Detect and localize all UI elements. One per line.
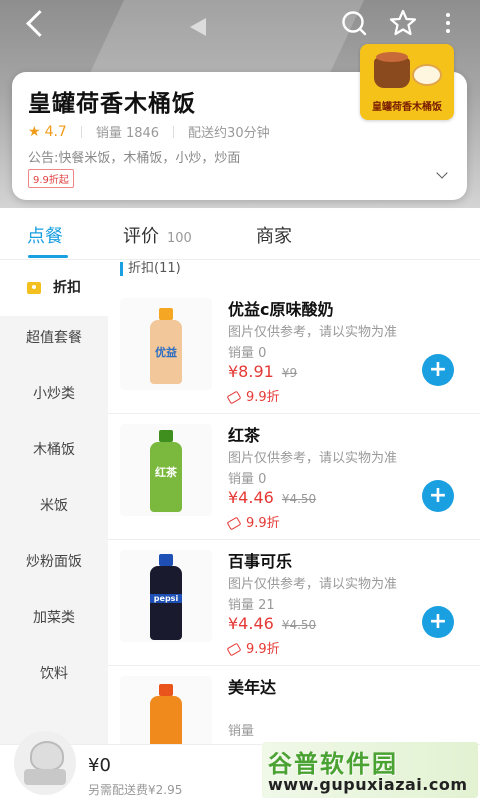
original-price: ¥4.50 [281,618,317,632]
discount-badge: 9.9折起 [28,169,74,188]
cart-total: ¥0 [88,755,111,776]
category-label: 炒粉面饭 [26,554,82,570]
discount-text: 9.9折 [246,642,280,657]
section-title: 折扣(11) [120,262,181,276]
category-label: 加菜类 [33,610,75,626]
add-to-cart-button[interactable]: + [422,606,454,638]
delivery-time: 配送约30分钟 [188,126,270,141]
product-image-label: pepsi [150,594,182,603]
product-price: ¥8.91 ¥9 [228,362,297,381]
product-item[interactable]: 红茶 红茶 图片仅供参考，请以实物为准 销量 0 ¥4.46 ¥4.50 9.9折… [108,414,480,540]
product-discount: 9.9折 [226,386,280,405]
category-item-drinks[interactable]: 饮料 [0,646,108,702]
rice-bowl-icon [412,64,442,86]
product-description: 图片仅供参考，请以实物为准 [228,325,398,340]
category-item-stir-fry[interactable]: 小炒类 [0,366,108,422]
product-description: 图片仅供参考，请以实物为准 [228,577,398,592]
product-name: 红茶 [228,426,261,445]
search-icon[interactable] [340,9,370,39]
favorite-star-icon[interactable] [388,8,418,38]
product-image: 红茶 [120,424,212,516]
discount-tag-icon [27,282,41,294]
rating-star-icon: ★ [28,123,41,140]
original-price: ¥9 [281,366,298,380]
active-tab-indicator [28,255,68,258]
store-rating: 4.7 [44,123,67,140]
current-price: ¥8.91 [228,362,274,381]
discount-text: 9.9折 [246,516,280,531]
category-item-bucket-rice[interactable]: 木桶饭 [0,422,108,478]
category-item-value-combo[interactable]: 超值套餐 [0,310,108,366]
tab-order-label: 点餐 [27,226,63,247]
store-notice: 公告:快餐米饭，木桶饭，小炒，炒面 [28,151,241,166]
discount-tag-icon [226,642,242,657]
watermark-title: 谷普软件园 [268,750,398,778]
product-sales: 销量 0 [228,472,267,487]
current-price: ¥4.46 [228,614,274,633]
category-label: 木桶饭 [33,442,75,458]
divider [80,125,82,138]
cola-bottle-icon: pepsi [150,554,182,640]
store-stats: ★ 4.7 销量 1846 配送约30分钟 [28,122,270,142]
category-item-extra-dishes[interactable]: 加菜类 [0,590,108,646]
product-image: pepsi [120,550,212,642]
product-price: ¥4.46 ¥4.50 [228,614,316,633]
category-label: 小炒类 [33,386,75,402]
tab-reviews-label: 评价 [123,226,159,247]
add-to-cart-button[interactable]: + [422,354,454,386]
category-label: 米饭 [40,498,68,514]
category-item-discount[interactable]: 折扣 [0,260,108,316]
category-item-noodles[interactable]: 炒粉面饭 [0,534,108,590]
site-watermark: 谷普软件园 www.gupuxiazai.com [262,742,478,798]
store-name: 皇罐荷香木桶饭 [28,91,196,117]
product-sales: 销量 21 [228,598,275,613]
category-sidebar: 折扣 超值套餐 小炒类 木桶饭 米饭 炒粉面饭 加菜类 饮料 [0,260,108,750]
current-price: ¥4.46 [228,488,274,507]
tea-bottle-icon: 红茶 [150,430,182,512]
tab-bar: 点餐 评价 100 商家 [0,210,480,260]
tab-merchant-label: 商家 [256,226,292,247]
product-image: 优益 [120,298,212,390]
product-sales: 销量 0 [228,346,267,361]
original-price: ¥4.50 [281,492,317,506]
product-name: 优益c原味酸奶 [228,300,334,319]
cart-icon[interactable] [14,731,76,795]
product-name: 百事可乐 [228,552,293,571]
store-logo: 皇罐荷香木桶饭 [360,44,454,120]
product-sales: 销量 [228,724,255,739]
product-item[interactable]: 优益 优益c原味酸奶 图片仅供参考，请以实物为准 销量 0 ¥8.91 ¥9 9.… [108,288,480,414]
store-info-card: 皇罐荷香木桶饭 皇罐荷香木桶饭 ★ 4.7 销量 1846 配送约30分钟 公告… [12,44,467,200]
review-count: 100 [167,231,192,246]
discount-text: 9.9折 [246,390,280,405]
product-description: 图片仅供参考，请以实物为准 [228,451,398,466]
discount-tag-icon [226,390,242,405]
tab-reviews[interactable]: 评价 100 [123,222,192,248]
category-label: 超值套餐 [26,330,82,346]
watermark-url: www.gupuxiazai.com [268,775,468,794]
product-image-label: 优益 [155,346,177,359]
store-sales: 销量 1846 [95,126,160,141]
delivery-fee-note: 另需配送费¥2.95 [88,783,183,797]
tab-merchant[interactable]: 商家 [256,222,292,248]
yogurt-bottle-icon: 优益 [150,308,182,384]
chevron-down-icon[interactable] [436,169,448,181]
store-logo-text: 皇罐荷香木桶饭 [372,102,442,113]
product-discount: 9.9折 [226,638,280,657]
product-item[interactable]: pepsi 百事可乐 图片仅供参考，请以实物为准 销量 21 ¥4.46 ¥4.5… [108,540,480,666]
divider [173,125,175,138]
product-discount: 9.9折 [226,512,280,531]
wooden-bucket-icon [374,52,410,88]
add-to-cart-button[interactable]: + [422,480,454,512]
product-image-label: 红茶 [155,466,177,479]
category-label: 折扣 [53,280,81,296]
product-name: 美年达 [228,678,277,697]
tab-order[interactable]: 点餐 [27,222,63,248]
back-icon[interactable] [22,8,52,38]
more-options-icon[interactable] [436,8,460,38]
top-bar [0,0,480,48]
category-item-rice[interactable]: 米饭 [0,478,108,534]
discount-tag-icon [226,516,242,531]
category-label: 饮料 [40,666,68,682]
product-price: ¥4.46 ¥4.50 [228,488,316,507]
